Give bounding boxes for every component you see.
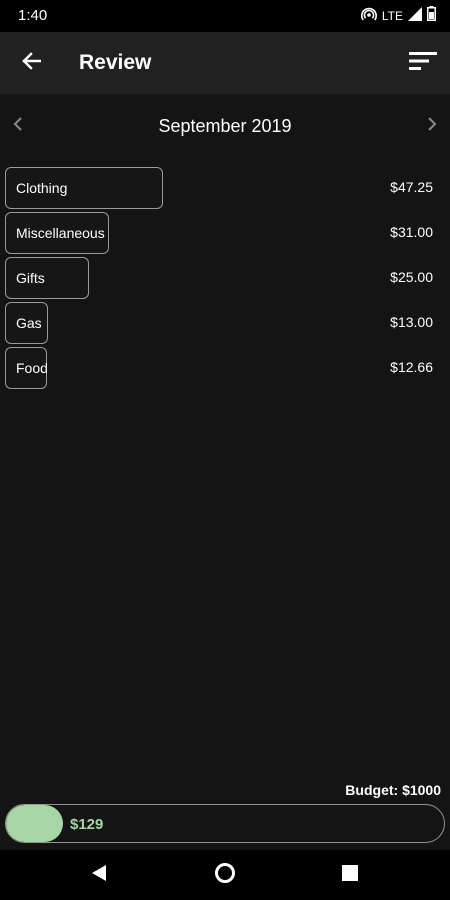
signal-icon xyxy=(408,6,422,26)
month-selector: September 2019 xyxy=(0,108,450,146)
battery-icon xyxy=(427,6,436,26)
category-amount: $12.66 xyxy=(390,359,433,375)
month-label: September 2019 xyxy=(158,116,292,136)
category-row-gas[interactable]: Gas $13.00 xyxy=(0,301,450,346)
network-type: LTE xyxy=(381,9,403,23)
category-name: Clothing xyxy=(16,180,68,196)
budget-progress-bar[interactable]: $129 xyxy=(5,804,445,843)
arrow-left-icon xyxy=(21,51,42,75)
budget-label: Budget: $1000 xyxy=(345,782,441,798)
page-title: Review xyxy=(79,51,152,74)
category-row-food[interactable]: Food $12.66 xyxy=(0,346,450,391)
chevron-right-icon xyxy=(427,116,437,136)
app-bar: Review xyxy=(0,32,450,94)
category-amount: $25.00 xyxy=(390,269,433,285)
recents-square-icon xyxy=(342,864,358,886)
system-navigation-bar xyxy=(0,850,450,900)
category-amount: $47.25 xyxy=(390,179,433,195)
category-amount: $13.00 xyxy=(390,314,433,330)
status-icons: LTE xyxy=(360,6,436,26)
sort-button[interactable] xyxy=(406,47,440,79)
category-name: Food xyxy=(16,360,48,376)
next-month-button[interactable] xyxy=(420,114,444,138)
category-row-clothing[interactable]: Clothing $47.25 xyxy=(0,166,450,211)
category-name: Gas xyxy=(16,315,42,331)
review-screen: 1:40 LTE Review September 2019 Clothing … xyxy=(0,0,450,900)
back-triangle-icon xyxy=(91,864,107,887)
back-button[interactable] xyxy=(14,47,48,79)
category-amount: $31.00 xyxy=(390,224,433,240)
category-row-gifts[interactable]: Gifts $25.00 xyxy=(0,256,450,301)
hotspot-icon xyxy=(360,7,377,26)
category-list: Clothing $47.25 Miscellaneous $31.00 Gif… xyxy=(0,166,450,391)
system-recents-button[interactable] xyxy=(335,861,365,889)
category-name: Gifts xyxy=(16,270,45,286)
status-time: 1:40 xyxy=(18,7,48,24)
system-back-button[interactable] xyxy=(84,861,114,889)
category-name: Miscellaneous xyxy=(16,225,105,241)
category-row-miscellaneous[interactable]: Miscellaneous $31.00 xyxy=(0,211,450,256)
system-home-button[interactable] xyxy=(210,861,240,889)
budget-spent-amount: $129 xyxy=(70,816,104,833)
status-bar: 1:40 LTE xyxy=(0,0,450,32)
sort-icon xyxy=(409,51,437,76)
budget-progress-fill xyxy=(6,805,63,842)
home-circle-icon xyxy=(214,862,236,889)
